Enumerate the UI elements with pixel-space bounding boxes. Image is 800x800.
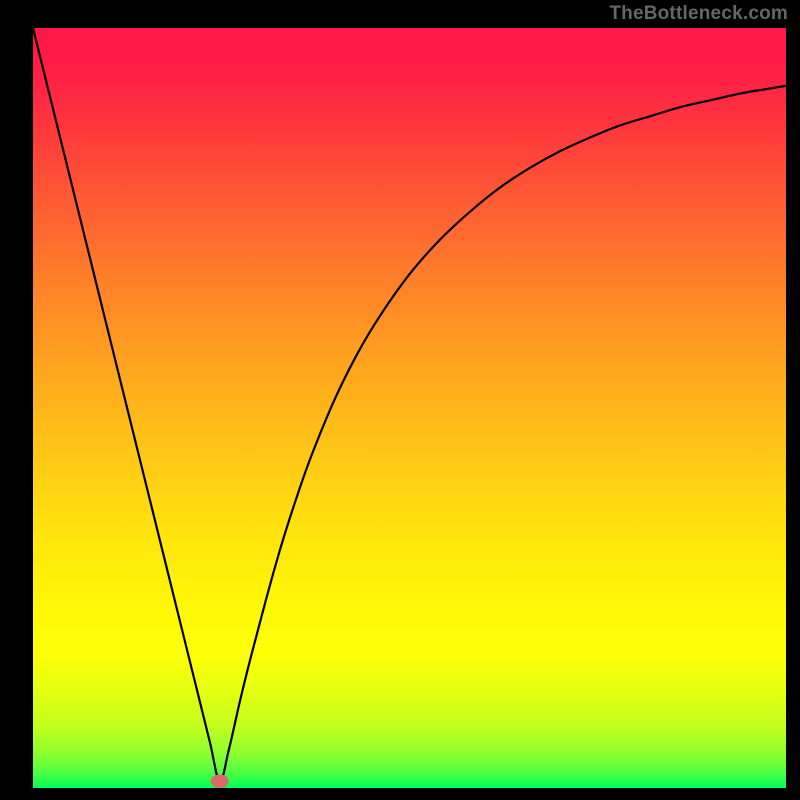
gradient-background — [33, 28, 786, 788]
minimum-marker — [211, 774, 229, 788]
attribution-label: TheBottleneck.com — [609, 3, 788, 25]
bottleneck-chart — [33, 28, 786, 788]
chart-frame: TheBottleneck.com — [0, 0, 800, 800]
